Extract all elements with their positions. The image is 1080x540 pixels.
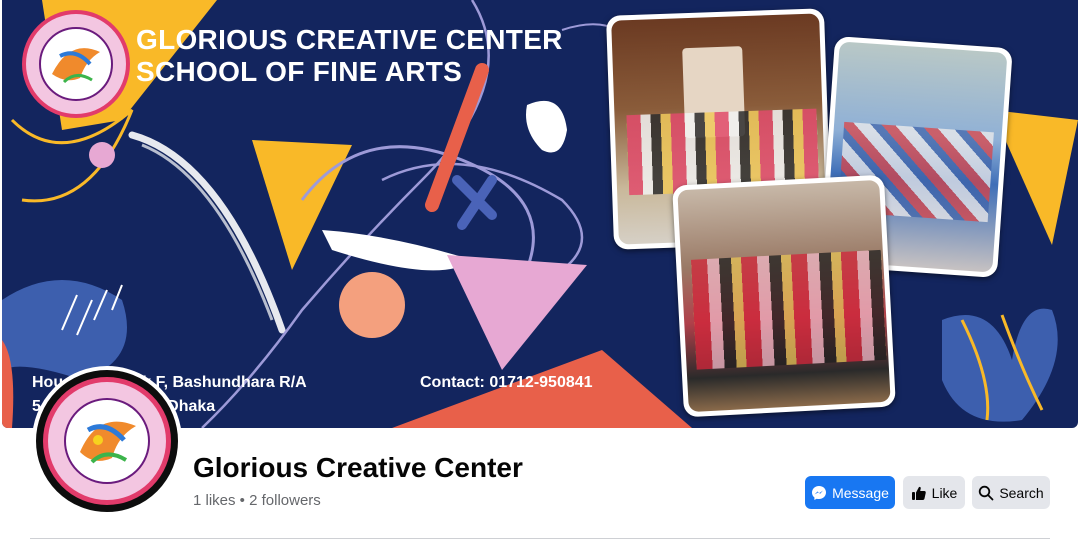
search-button-label: Search [999,484,1044,501]
message-button[interactable]: Message [805,476,895,509]
cover-contact: Contact: 01712-950841 [420,374,593,391]
profile-avatar[interactable] [32,366,182,516]
page-stats[interactable]: 1 likes • 2 followers [193,492,321,509]
logo-emblem [43,377,171,505]
message-button-label: Message [832,484,889,501]
cover-photo[interactable]: GLORIOUS CREATIVE CENTER SCHOOL OF FINE … [2,0,1078,428]
thumbs-up-icon [911,486,926,500]
like-button-label: Like [931,484,958,501]
messenger-icon [812,485,827,500]
page-title: Glorious Creative Center [193,452,523,483]
cover-title: GLORIOUS CREATIVE CENTER SCHOOL OF FINE … [136,24,563,88]
logo-emblem-small [22,10,130,118]
cover-title-line2: SCHOOL OF FINE ARTS [136,56,463,87]
header-divider [30,538,1050,539]
cover-title-line1: GLORIOUS CREATIVE CENTER [136,24,563,55]
search-button[interactable]: Search [972,476,1050,509]
like-button[interactable]: Like [903,476,965,509]
cover-photo-children [672,174,896,418]
search-icon [979,485,994,500]
